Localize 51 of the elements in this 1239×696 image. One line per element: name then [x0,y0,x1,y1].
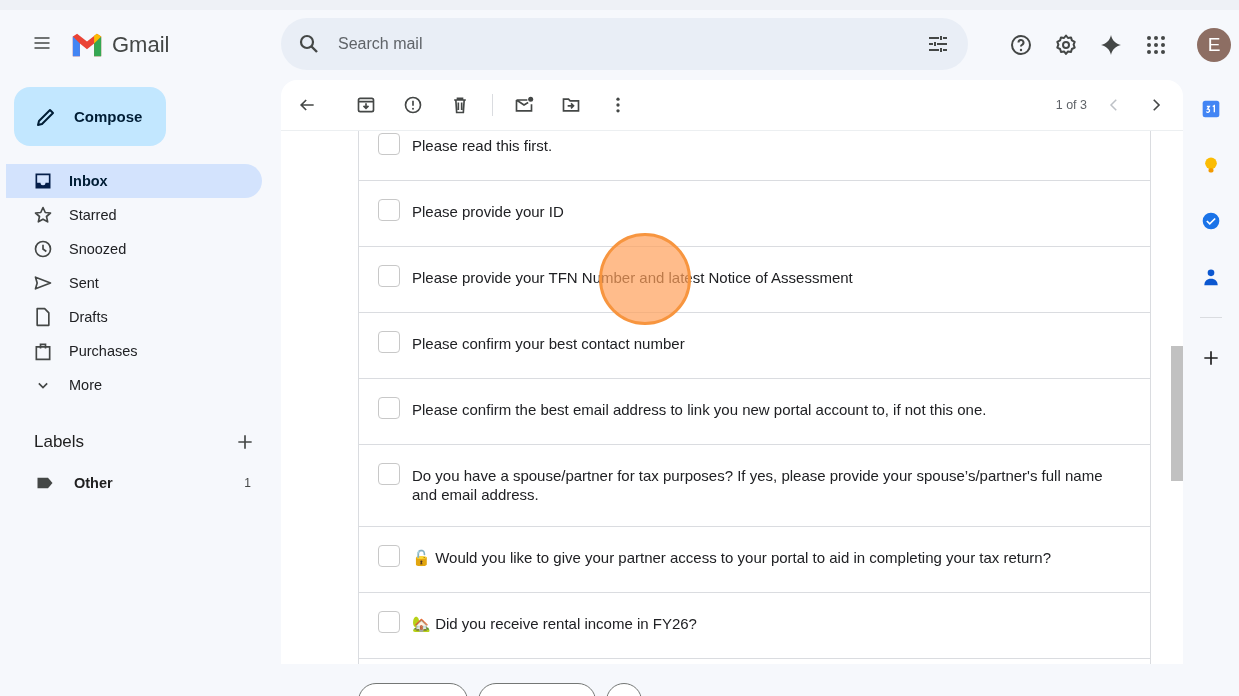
checkbox[interactable] [378,133,400,155]
app-name: Gmail [112,32,170,58]
apps-grid-icon[interactable] [1144,33,1168,57]
star-icon [33,205,53,225]
checklist-item-text: Do you have a spouse/partner for tax purposes? If yes, please provide your spouse’s/partner's full name and email address. [412,466,1104,504]
clock-icon [33,239,53,259]
checklist-item-text: Please provide your ID [412,202,564,221]
calendar-icon[interactable] [1201,99,1221,119]
checklist-item-text: 🔓 Would you like to give your partner access to your portal to aid in completing your tax return? [412,548,1052,567]
checkbox[interactable] [378,397,400,419]
plus-icon[interactable] [235,432,255,452]
sparkle-icon[interactable] [1099,33,1123,57]
avatar[interactable]: E [1197,28,1231,62]
checkbox[interactable] [378,545,400,567]
checklist-item-text: Please confirm your best contact number [412,334,685,353]
shopping-bag-icon [33,341,53,361]
sidebar-item[interactable]: More [6,368,262,402]
sidebar-item[interactable]: Starred [6,198,262,232]
checkbox[interactable] [378,265,400,287]
plus-icon[interactable] [1201,348,1221,368]
label-item[interactable]: Other [74,475,225,491]
compose-button[interactable]: Compose [14,87,166,146]
settings-icon[interactable] [1054,33,1078,57]
sidebar-item[interactable]: Snoozed [6,232,262,266]
sidebar-item[interactable]: Drafts [6,300,262,334]
checkbox[interactable] [378,611,400,633]
checklist-item-text: 🏡 Did you receive rental income in FY26? [412,614,697,633]
sidebar-item[interactable]: Inbox [6,164,262,198]
sidebar-item[interactable]: Sent [6,266,262,300]
checkmark-circle-icon[interactable] [1201,211,1221,231]
search-field[interactable]: Search mail [281,18,968,70]
send-icon [33,273,53,293]
checklist-item-text: Please confirm the best email address to link you new portal account to, if not this one. [412,400,987,419]
checklist-item-text: Please read this first. [412,136,553,155]
document-icon [33,307,53,327]
checkbox[interactable] [378,331,400,353]
move-to-folder-icon[interactable] [561,95,581,115]
report-icon[interactable] [403,95,423,115]
labels-heading: Labels [34,432,85,452]
mark-unread-icon[interactable] [514,95,534,115]
inbox-icon [33,171,53,191]
archive-icon[interactable] [356,95,376,115]
scrollbar-thumb[interactable] [1171,346,1183,481]
checkbox[interactable] [378,199,400,221]
sidebar-item[interactable]: Purchases [6,334,262,368]
checkbox[interactable] [378,463,400,485]
help-icon[interactable] [1009,33,1033,57]
person-icon[interactable] [1201,267,1221,287]
unread-count: 1 [244,476,251,490]
checklist-item-text: Please provide your TFN Number and latest Notice of Assessment [412,268,853,287]
page-counter: 1 of 3 [1055,98,1087,112]
